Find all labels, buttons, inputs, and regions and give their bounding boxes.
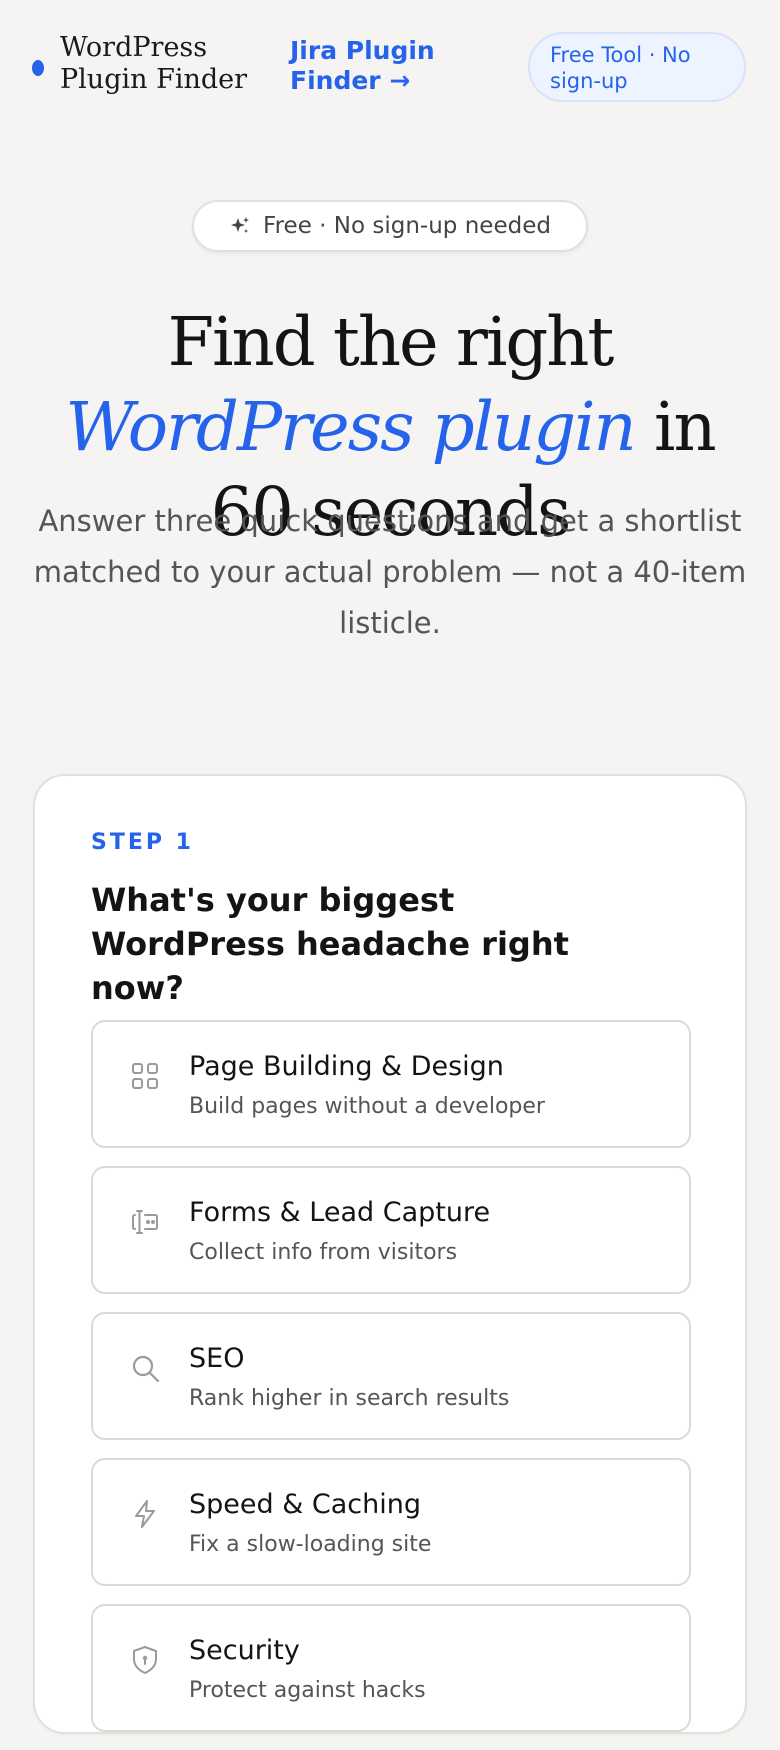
step-question: What's your biggest WordPress headache r… xyxy=(91,881,569,1007)
option-forms[interactable]: Forms & Lead Capture Collect info from v… xyxy=(91,1166,691,1294)
option-title: Security xyxy=(189,1635,300,1666)
option-title: Page Building & Design xyxy=(189,1051,504,1082)
jira-plugin-finder-link[interactable]: Jira Plugin Finder → xyxy=(290,36,490,96)
option-title: Speed & Caching xyxy=(189,1489,421,1520)
lightning-icon xyxy=(129,1498,161,1530)
option-description: Collect info from visitors xyxy=(189,1240,458,1265)
sparkle-icon xyxy=(229,215,251,237)
form-icon xyxy=(129,1206,161,1238)
title-accent: WordPress plugin xyxy=(65,388,636,466)
grid-icon xyxy=(129,1060,161,1092)
option-seo[interactable]: SEO Rank higher in search results xyxy=(91,1312,691,1440)
option-description: Fix a slow-loading site xyxy=(189,1532,432,1557)
option-title: Forms & Lead Capture xyxy=(189,1197,491,1228)
option-title: SEO xyxy=(189,1343,245,1374)
brand-name[interactable]: WordPress Plugin Finder xyxy=(60,32,290,96)
option-page-building[interactable]: Page Building & Design Build pages witho… xyxy=(91,1020,691,1148)
site-header: WordPress Plugin Finder Jira Plugin Find… xyxy=(0,0,780,140)
option-description: Rank higher in search results xyxy=(189,1386,510,1411)
search-icon xyxy=(129,1352,161,1384)
option-description: Build pages without a developer xyxy=(189,1094,545,1119)
option-list: Page Building & Design Build pages witho… xyxy=(91,1020,691,1750)
shield-icon xyxy=(129,1644,161,1676)
title-part1: Find the right xyxy=(167,303,615,381)
badge-text: Free · No sign-up needed xyxy=(263,213,551,239)
option-security[interactable]: Security Protect against hacks xyxy=(91,1604,691,1732)
free-tool-pill: Free Tool · No sign-up xyxy=(528,32,746,102)
option-description: Protect against hacks xyxy=(189,1678,426,1703)
hero-subtitle: Answer three quick questions and get a s… xyxy=(33,504,747,640)
option-speed[interactable]: Speed & Caching Fix a slow-loading site xyxy=(91,1458,691,1586)
brand-dot-icon xyxy=(32,60,44,76)
quiz-card: STEP 1 What's your biggest WordPress hea… xyxy=(33,774,747,1734)
step-label: STEP 1 xyxy=(91,830,194,855)
free-badge: Free · No sign-up needed xyxy=(192,200,588,252)
